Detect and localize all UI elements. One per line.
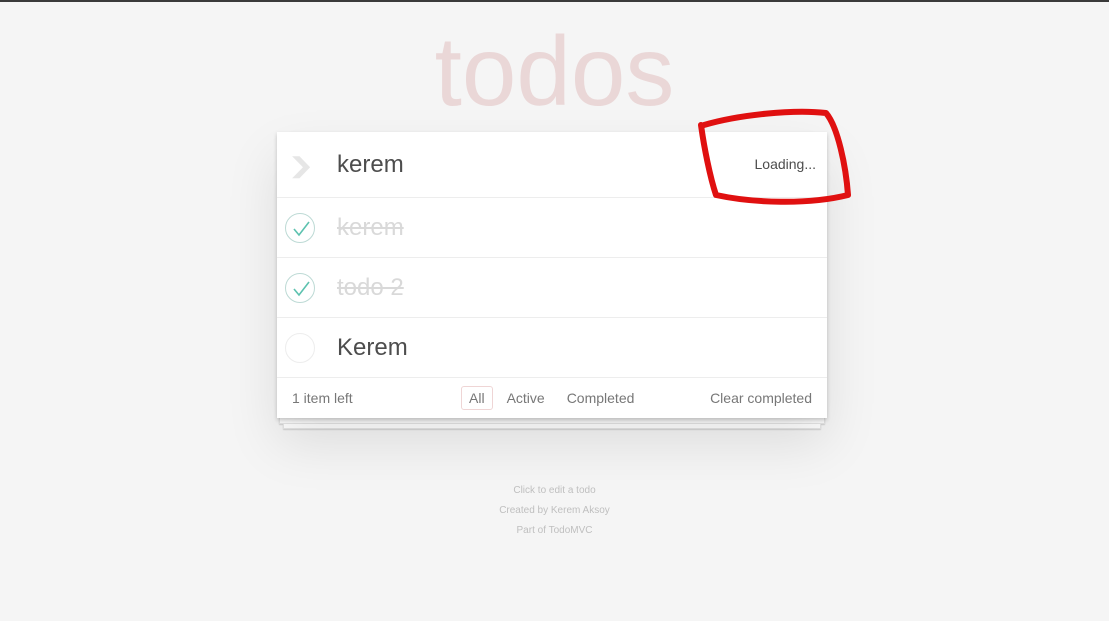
card-stack-shadow bbox=[283, 424, 821, 429]
todo-app: ❯ Loading... kerem todo 2 Kerem bbox=[277, 132, 827, 418]
footer: 1 item left All Active Completed Clear c… bbox=[277, 378, 827, 418]
todo-checkbox[interactable] bbox=[285, 273, 315, 303]
todo-item[interactable]: todo 2 bbox=[277, 258, 827, 318]
filter-all[interactable]: All bbox=[461, 386, 493, 410]
chevron-down-icon[interactable]: ❯ bbox=[283, 154, 319, 178]
app-title: todos bbox=[434, 16, 675, 126]
filters: All Active Completed bbox=[461, 386, 642, 410]
todo-item[interactable]: kerem bbox=[277, 198, 827, 258]
todo-item[interactable]: Kerem bbox=[277, 318, 827, 378]
todo-label[interactable]: kerem bbox=[337, 213, 404, 243]
loading-status: Loading... bbox=[754, 156, 817, 172]
checkmark-icon bbox=[293, 281, 310, 297]
todo-label[interactable]: Kerem bbox=[337, 333, 408, 363]
info-line: Part of TodoMVC bbox=[516, 525, 593, 536]
todo-checkbox[interactable] bbox=[285, 213, 315, 243]
todo-list: kerem todo 2 Kerem bbox=[277, 198, 827, 378]
header: ❯ Loading... bbox=[277, 132, 827, 198]
checkmark-icon bbox=[293, 221, 310, 237]
info-footer: Click to edit a todo Created by Kerem Ak… bbox=[0, 481, 1109, 541]
filter-active[interactable]: Active bbox=[499, 386, 553, 410]
info-line: Click to edit a todo bbox=[513, 485, 596, 496]
new-todo-input[interactable] bbox=[325, 144, 695, 186]
todo-count: 1 item left bbox=[292, 390, 353, 406]
filter-completed[interactable]: Completed bbox=[559, 386, 643, 410]
info-line: Created by Kerem Aksoy bbox=[499, 505, 610, 516]
clear-completed-button[interactable]: Clear completed bbox=[710, 390, 812, 406]
todo-checkbox[interactable] bbox=[285, 333, 315, 363]
todo-label[interactable]: todo 2 bbox=[337, 273, 404, 303]
window-top-border bbox=[0, 0, 1109, 2]
